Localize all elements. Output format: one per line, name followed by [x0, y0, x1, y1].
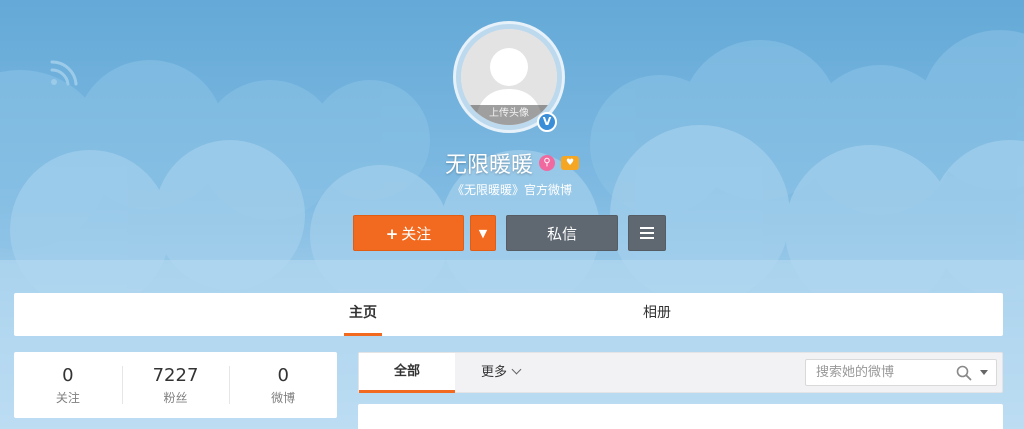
- stat-following[interactable]: 0 关注: [14, 352, 122, 418]
- member-badge-icon[interactable]: ⚲: [539, 155, 555, 171]
- stat-posts[interactable]: 0 微博: [229, 352, 337, 418]
- stat-label: 微博: [271, 391, 296, 405]
- profile-stats-card: 0 关注 7227 粉丝 0 微博: [14, 352, 337, 418]
- stat-label: 关注: [55, 391, 80, 405]
- tab-album[interactable]: 相册: [638, 293, 676, 336]
- follow-button[interactable]: + 关注: [353, 215, 464, 251]
- menu-icon: [640, 224, 654, 242]
- stat-value: 0: [277, 365, 289, 386]
- tab-home[interactable]: 主页: [344, 293, 382, 336]
- search-options-caret-icon[interactable]: [980, 370, 988, 375]
- profile-name-row: 无限暖暖 ⚲ ♥: [0, 146, 1024, 180]
- follow-dropdown-button[interactable]: ▼: [470, 215, 496, 251]
- follow-button-label: 关注: [401, 225, 432, 243]
- message-button[interactable]: 私信: [506, 215, 618, 251]
- vip-badge-icon[interactable]: ♥: [561, 156, 579, 170]
- plus-icon: +: [385, 225, 399, 243]
- profile-description: 《无限暖暖》官方微博: [451, 183, 572, 197]
- feed-card: [358, 404, 1003, 429]
- feed-search-input[interactable]: [806, 360, 946, 385]
- profile-name: 无限暖暖: [444, 153, 533, 178]
- feed-filter-bar: 全部 更多: [358, 352, 1003, 393]
- stat-value: 0: [62, 365, 74, 386]
- search-icon[interactable]: [956, 365, 972, 381]
- filter-more-label: 更多: [481, 365, 508, 380]
- filter-more-dropdown[interactable]: 更多: [481, 353, 541, 393]
- stat-followers[interactable]: 7227 粉丝: [121, 352, 230, 418]
- feed-search-box: [805, 359, 997, 386]
- verified-badge-icon: V: [537, 112, 557, 132]
- filter-tab-all[interactable]: 全部: [359, 353, 455, 393]
- caret-down-icon: ▼: [478, 227, 488, 240]
- stat-label: 粉丝: [163, 391, 188, 405]
- more-menu-button[interactable]: [628, 215, 666, 251]
- profile-tab-bar: 主页 相册: [14, 293, 1003, 336]
- stat-value: 7227: [152, 365, 199, 386]
- avatar-image[interactable]: 上传头像: [461, 29, 557, 125]
- signal-waves-icon: [50, 60, 78, 86]
- chevron-down-icon: [511, 364, 522, 375]
